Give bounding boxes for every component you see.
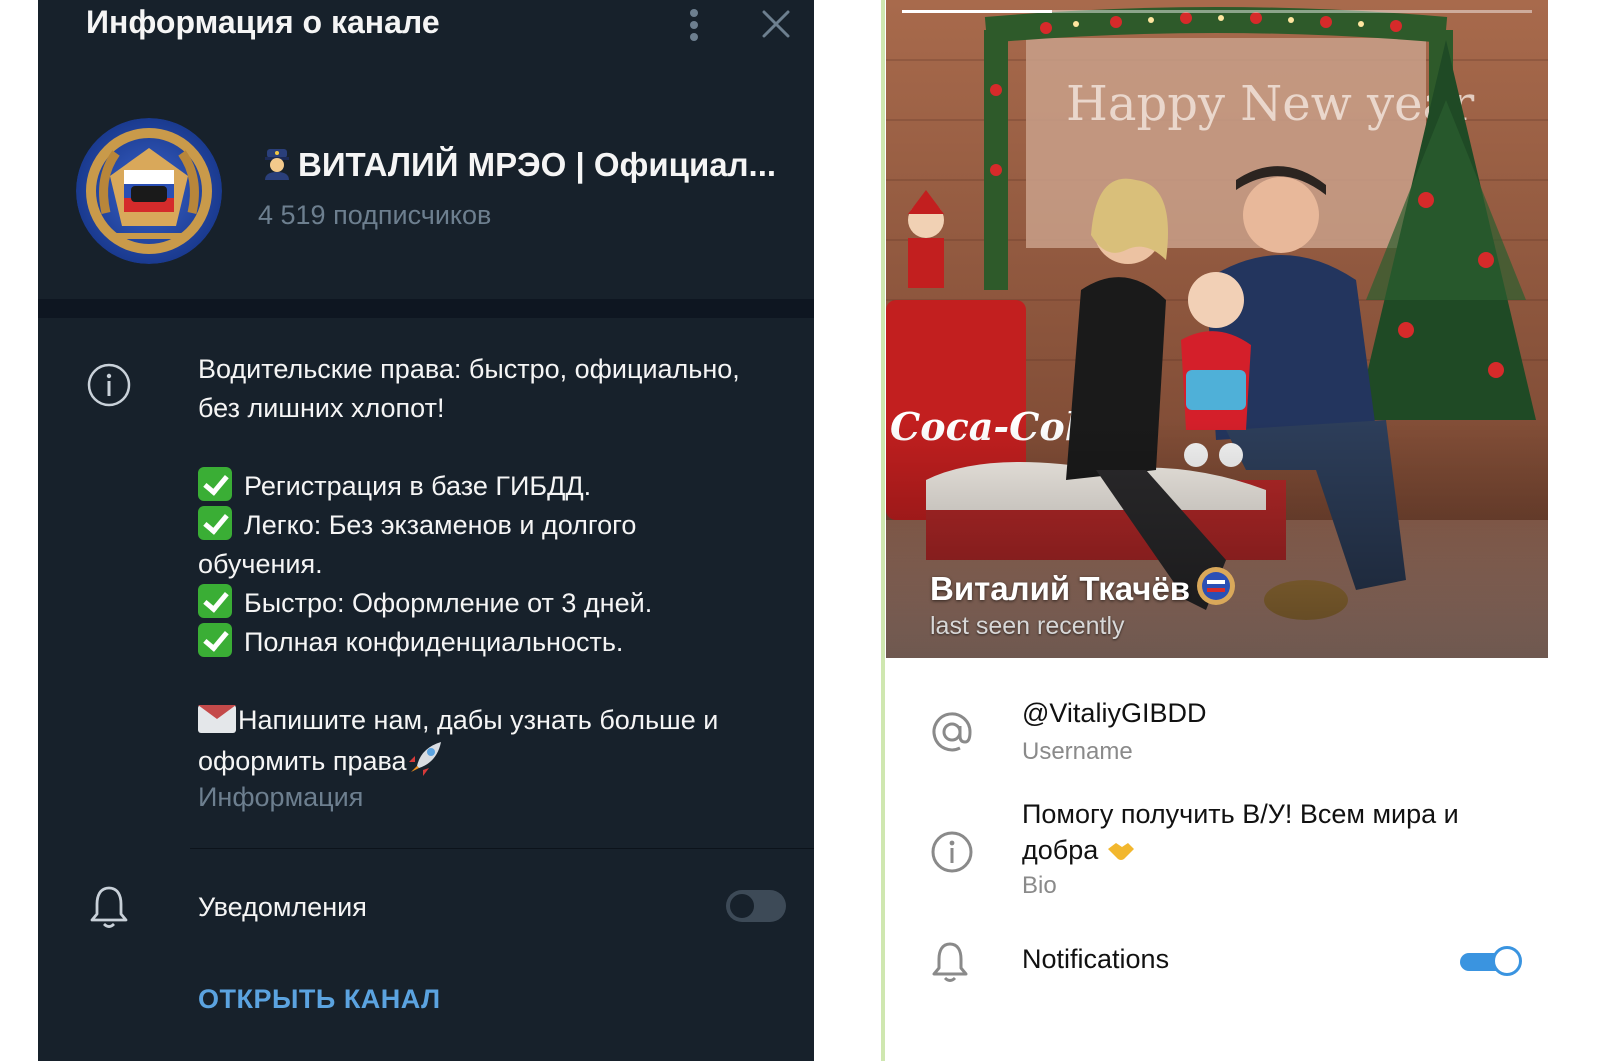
- description-item-text: Быстро: Оформление от 3 дней.: [244, 588, 653, 618]
- channel-description: Водительские права: быстро, официально, …: [198, 350, 788, 781]
- description-item: Быстро: Оформление от 3 дней.: [198, 584, 788, 623]
- handshake-icon: [1107, 843, 1134, 860]
- channel-info-panel: Информация о канале ВИТАЛИЙ МРЭО | Офици…: [38, 0, 814, 1061]
- channel-name-text: ВИТАЛИЙ МРЭО | Официал...: [298, 146, 777, 183]
- description-item-text: Полная конфиденциальность.: [244, 627, 624, 657]
- description-item: Полная конфиденциальность.: [198, 623, 788, 662]
- open-channel-button[interactable]: ОТКРЫТЬ КАНАЛ: [198, 984, 441, 1015]
- user-profile-panel: Happy New year Coca-Cola: [886, 0, 1548, 1061]
- separator: [190, 848, 814, 849]
- info-icon: [87, 363, 131, 407]
- subscriber-count: 4 519 подписчиков: [258, 200, 492, 230]
- notifications-toggle[interactable]: [1460, 946, 1522, 976]
- bio-text: Помогу получить В/У! Всем мира и добра: [1022, 796, 1522, 868]
- checkmark-icon: [198, 623, 232, 657]
- channel-name: ВИТАЛИЙ МРЭО | Официал...: [260, 146, 790, 184]
- description-item: Легко: Без экзаменов и долгого: [198, 506, 788, 545]
- rocket-icon: [408, 742, 441, 776]
- checkmark-icon: [198, 506, 232, 540]
- description-line: обучения.: [198, 549, 323, 579]
- username-label: Username: [1022, 738, 1133, 765]
- bell-icon: [932, 942, 968, 982]
- more-options-icon[interactable]: [682, 6, 706, 44]
- description-line: Водительские права: быстро, официально,: [198, 354, 740, 384]
- bio-label: Bio: [1022, 872, 1057, 899]
- bell-icon: [90, 886, 128, 928]
- panel-title: Информация о канале: [86, 4, 440, 40]
- photo-progress-bar: [902, 10, 1532, 13]
- toggle-knob: [1492, 946, 1522, 976]
- user-name-text: Виталий Ткачёв: [930, 570, 1191, 607]
- checkmark-icon: [198, 467, 232, 501]
- notifications-toggle[interactable]: [726, 890, 786, 922]
- last-seen-status: last seen recently: [930, 612, 1125, 640]
- user-name: Виталий Ткачёв: [930, 566, 1236, 608]
- emblem-badge-icon: [1197, 567, 1236, 605]
- description-item-text: Регистрация в базе ГИБДД.: [244, 471, 592, 501]
- notifications-label: Уведомления: [198, 892, 367, 922]
- description-cta: оформить права: [198, 740, 788, 781]
- description-cta-text: оформить права: [198, 746, 407, 776]
- checkmark-icon: [198, 584, 232, 618]
- toggle-knob: [728, 892, 756, 920]
- description-item: Регистрация в базе ГИБДД.: [198, 467, 788, 506]
- photo-sign-text: Happy New year: [1066, 76, 1474, 132]
- at-sign-icon: [932, 712, 972, 752]
- police-officer-icon: [265, 149, 289, 180]
- description-item-text: Легко: Без экзаменов и долгого: [244, 510, 637, 540]
- envelope-icon: [198, 705, 236, 733]
- description-cta-text: Напишите нам, дабы узнать больше и: [238, 705, 719, 735]
- description-cta: Напишите нам, дабы узнать больше и: [198, 701, 788, 740]
- description-line: без лишних хлопот!: [198, 393, 445, 423]
- close-icon[interactable]: [760, 8, 792, 40]
- channel-avatar[interactable]: [76, 118, 222, 264]
- bio-value: Помогу получить В/У! Всем мира и добра: [1022, 799, 1459, 865]
- panel-border: [881, 0, 885, 1061]
- notifications-label: Notifications: [1022, 944, 1170, 974]
- info-icon: [931, 831, 973, 873]
- description-label: Информация: [198, 782, 364, 812]
- profile-photo[interactable]: Happy New year Coca-Cola: [886, 0, 1548, 658]
- section-divider: [38, 299, 814, 318]
- username-value[interactable]: @VitaliyGIBDD: [1022, 698, 1206, 729]
